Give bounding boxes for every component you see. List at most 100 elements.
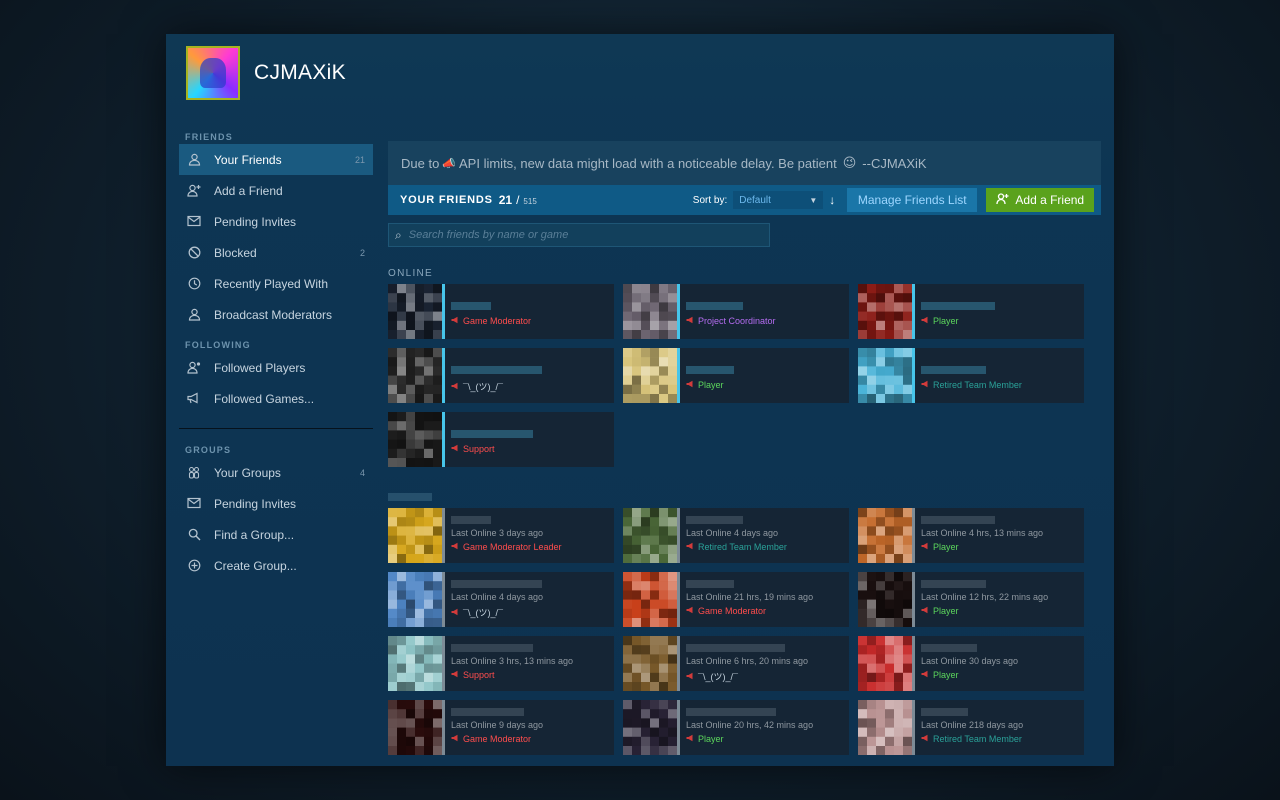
friend-role: Player — [921, 670, 1018, 680]
friend-info: Last Online 20 hrs, 42 mins ago Player — [680, 700, 813, 755]
offline-friend-card[interactable]: Last Online 6 hrs, 20 mins ago ¯\_(ツ)_/¯ — [623, 636, 849, 692]
friends-search-input[interactable]: ⌕ Search friends by name or game — [388, 223, 770, 247]
sidebar-item-blocked[interactable]: Blocked 2 — [179, 237, 373, 268]
offline-friend-card[interactable]: Last Online 3 days ago Game Moderator Lea… — [388, 508, 614, 564]
sidebar-item-followed-games[interactable]: Followed Games... — [179, 383, 373, 414]
online-friend-card[interactable]: ¯\_(ツ)_/¯ — [388, 348, 614, 404]
offline-heading — [388, 493, 432, 501]
offline-friend-card[interactable]: Last Online 12 hrs, 22 mins ago Player — [858, 572, 1084, 628]
friend-avatar[interactable] — [623, 508, 677, 564]
nav-item-count: 4 — [359, 467, 365, 478]
person-icon — [187, 308, 201, 322]
offline-friend-card[interactable]: Last Online 4 days ago Retired Team Membe… — [623, 508, 849, 564]
add-friend-label: Add a Friend — [1015, 193, 1085, 207]
friends-count: 21 — [498, 193, 513, 207]
offline-friend-card[interactable]: Last Online 30 days ago Player — [858, 636, 1084, 692]
friend-role: Player — [921, 606, 1048, 616]
friend-avatar[interactable] — [858, 508, 912, 564]
friend-role-label: Support — [463, 670, 495, 680]
offline-friend-card[interactable]: Last Online 20 hrs, 42 mins ago Player — [623, 700, 849, 756]
online-friend-card[interactable]: Player — [623, 348, 849, 404]
notice-signature: --CJMAXiK — [862, 155, 927, 171]
friend-name-blurred — [451, 580, 542, 588]
friend-last-online: Last Online 4 hrs, 13 mins ago — [921, 528, 1044, 538]
sidebar-divider — [179, 428, 373, 429]
followed-person-icon — [187, 361, 201, 375]
nav-item-label: Your Groups — [214, 465, 281, 480]
sidebar-item-create-group[interactable]: Create Group... — [179, 550, 373, 581]
add-person-icon — [187, 184, 201, 198]
sidebar-item-broadcast-moderators[interactable]: Broadcast Moderators — [179, 299, 373, 330]
megaphone-icon — [921, 542, 930, 552]
friend-avatar[interactable] — [858, 636, 912, 692]
friend-avatar[interactable] — [388, 412, 442, 468]
offline-friend-card[interactable]: Last Online 218 days ago Retired Team Mem… — [858, 700, 1084, 756]
offline-friend-card[interactable]: Last Online 21 hrs, 19 mins ago Game Mode… — [623, 572, 849, 628]
friend-role-label: Game Moderator Leader — [463, 542, 562, 552]
friend-role: Player — [686, 734, 813, 744]
friend-avatar[interactable] — [858, 700, 912, 756]
friend-avatar[interactable] — [623, 284, 677, 340]
manage-friends-button[interactable]: Manage Friends List — [847, 188, 978, 212]
online-friend-card[interactable]: Support — [388, 412, 614, 468]
offline-friend-card[interactable]: Last Online 9 days ago Game Moderator — [388, 700, 614, 756]
friend-avatar[interactable] — [388, 700, 442, 756]
search-placeholder: Search friends by name or game — [408, 229, 569, 241]
online-friend-card[interactable]: Project Coordinator — [623, 284, 849, 340]
friend-avatar[interactable] — [388, 508, 442, 564]
megaphone-icon — [686, 316, 695, 326]
online-friend-card[interactable]: Retired Team Member — [858, 348, 1084, 404]
sort-direction-button[interactable]: ↓ — [829, 193, 835, 207]
notice-text: API limits, new data might load with a n… — [459, 155, 837, 171]
online-friend-card[interactable]: Player — [858, 284, 1084, 340]
friend-role: Project Coordinator — [686, 316, 776, 326]
sidebar-item-recently-played-with[interactable]: Recently Played With — [179, 268, 373, 299]
sidebar-item-pending-invites[interactable]: Pending Invites — [179, 488, 373, 519]
avatar[interactable] — [186, 46, 240, 100]
wink-emoji: 😉 — [842, 155, 857, 170]
friend-avatar[interactable] — [858, 572, 912, 628]
friend-avatar[interactable] — [858, 348, 912, 404]
offline-friend-card[interactable]: Last Online 4 days ago ¯\_(ツ)_/¯ — [388, 572, 614, 628]
friend-role: ¯\_(ツ)_/¯ — [451, 606, 543, 619]
friend-info: Last Online 21 hrs, 19 mins ago Game Mode… — [680, 572, 813, 627]
offline-friend-card[interactable]: Last Online 4 hrs, 13 mins ago Player — [858, 508, 1084, 564]
friend-avatar[interactable] — [623, 700, 677, 756]
friend-avatar[interactable] — [388, 636, 442, 692]
friend-role-label: Player — [698, 734, 724, 744]
friend-avatar[interactable] — [388, 284, 442, 340]
friend-role-label: Player — [933, 606, 959, 616]
friend-avatar[interactable] — [623, 636, 677, 692]
friends-count-separator: / — [516, 193, 520, 207]
megaphone-icon — [451, 670, 460, 680]
sidebar-item-your-groups[interactable]: Your Groups 4 — [179, 457, 373, 488]
sidebar-item-pending-invites[interactable]: Pending Invites — [179, 206, 373, 237]
friend-info: Last Online 30 days ago Player — [915, 636, 1018, 691]
groups-heading: GROUPS — [185, 445, 232, 455]
sidebar-item-find-a-group[interactable]: Find a Group... — [179, 519, 373, 550]
offline-friend-card[interactable]: Last Online 3 hrs, 13 mins ago Support — [388, 636, 614, 692]
friend-avatar[interactable] — [388, 348, 442, 404]
username[interactable]: CJMAXiK — [254, 61, 346, 85]
friend-last-online: Last Online 30 days ago — [921, 656, 1019, 666]
online-friend-card[interactable]: Game Moderator — [388, 284, 614, 340]
friend-avatar[interactable] — [623, 348, 677, 404]
sidebar-item-followed-players[interactable]: Followed Players — [179, 352, 373, 383]
group-icon — [187, 466, 201, 480]
friend-role-label: Retired Team Member — [933, 380, 1022, 390]
nav-item-label: Broadcast Moderators — [214, 307, 333, 322]
friend-avatar[interactable] — [858, 284, 912, 340]
friend-last-online: Last Online 20 hrs, 42 mins ago — [686, 720, 814, 730]
friend-role: Retired Team Member — [921, 734, 1023, 744]
sidebar-item-add-a-friend[interactable]: Add a Friend — [179, 175, 373, 206]
following-heading: FOLLOWING — [185, 340, 251, 350]
sort-select[interactable]: Default ▼ — [733, 191, 824, 209]
friend-role-label: Player — [933, 670, 959, 680]
sidebar-item-your-friends[interactable]: Your Friends 21 — [179, 144, 373, 175]
friend-avatar[interactable] — [623, 572, 677, 628]
friend-avatar[interactable] — [388, 572, 442, 628]
add-friend-button[interactable]: Add a Friend — [986, 188, 1095, 212]
add-person-icon — [996, 192, 1009, 208]
friend-role-label: Game Moderator — [698, 606, 767, 616]
friend-name-blurred — [921, 366, 986, 374]
